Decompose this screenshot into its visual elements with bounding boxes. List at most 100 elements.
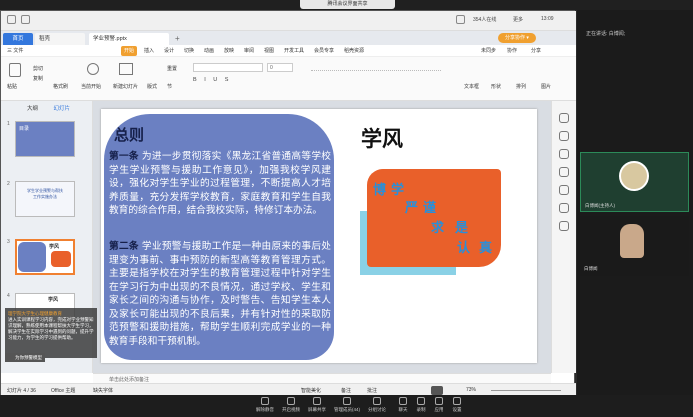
new-slide-icon bbox=[119, 63, 133, 75]
smart-beautify-button[interactable]: 智能美化 bbox=[301, 387, 321, 394]
chat-action-button[interactable]: 为你预警模型 bbox=[5, 353, 45, 362]
menu-daoke[interactable]: 稻壳资源 bbox=[344, 45, 364, 57]
layers-icon[interactable] bbox=[559, 185, 569, 195]
arrange-button[interactable]: 排列 bbox=[516, 83, 526, 90]
current-slide[interactable]: 总则 第一条 为进一步贯彻落实《黑龙江省普通高等学校学生学业预警与援助工作意见》… bbox=[101, 109, 537, 363]
tab-outline[interactable]: 大纲 bbox=[27, 106, 38, 112]
tab-document[interactable]: 学业预警.pptx bbox=[89, 33, 169, 45]
copy-button[interactable]: 复制 bbox=[33, 75, 43, 82]
article-one-label: 第一条 bbox=[109, 151, 139, 162]
format-painter-button[interactable]: 格式刷 bbox=[53, 83, 68, 90]
settings-icon bbox=[453, 397, 461, 405]
network-status: 354人在线 bbox=[473, 17, 497, 23]
text-panel[interactable]: 总则 第一条 为进一步贯彻落实《黑龙江省普通高等学校学生学业预警与援助工作意见》… bbox=[104, 114, 334, 360]
motto-char: 谨 bbox=[423, 200, 438, 215]
share-button[interactable]: 分享 bbox=[531, 45, 541, 57]
members-label: 管理成员(44) bbox=[333, 407, 360, 412]
article-two-label: 第二条 bbox=[109, 241, 139, 252]
notes-bar[interactable]: 单击此处添加备注 bbox=[93, 373, 551, 383]
mute-label: 解除静音 bbox=[256, 407, 274, 412]
slide-heading: 总则 bbox=[114, 127, 145, 144]
article-two: 第二条 学业预警与援助工作是一种由原来的事后处理变为事前、事中预防的新型高等教育… bbox=[109, 240, 331, 348]
participant-name: 白博闻(主持人) bbox=[585, 203, 615, 208]
menu-member[interactable]: 会员专享 bbox=[314, 45, 334, 57]
menu-view[interactable]: 视图 bbox=[264, 45, 274, 57]
share-label: 屏幕共享 bbox=[308, 407, 326, 412]
layout-button[interactable]: 版式 bbox=[147, 83, 157, 90]
menu-insert[interactable]: 插入 bbox=[144, 45, 154, 57]
thumb-number: 4 bbox=[7, 293, 10, 299]
motto-char: 真 bbox=[479, 240, 494, 255]
window-icon[interactable] bbox=[21, 15, 30, 24]
menu-review[interactable]: 审阅 bbox=[244, 45, 254, 57]
reset-button[interactable]: 重置 bbox=[167, 65, 177, 72]
members-button[interactable]: 管理成员(44) bbox=[328, 397, 366, 413]
shape-icon[interactable] bbox=[559, 167, 569, 177]
new-tab-button[interactable]: + bbox=[171, 33, 184, 45]
theme-name: Office 主题 bbox=[51, 388, 76, 394]
participant-name: 白博闻 bbox=[584, 266, 598, 271]
new-slide-button[interactable]: 新建幻灯片 bbox=[113, 83, 138, 90]
chat-message: 进入实训课程学习内容，完成对学业预警知识理解，熟练使用本课程帮扶大学生学习，解决… bbox=[8, 317, 94, 340]
thumb-text-block bbox=[18, 242, 46, 272]
slide-thumbnail-3[interactable]: 学风 bbox=[15, 239, 75, 275]
notes-toggle[interactable]: 备注 bbox=[341, 387, 351, 394]
tab-home[interactable]: 首页 bbox=[3, 33, 33, 45]
clock: 13:09 bbox=[541, 16, 554, 22]
from-current-button[interactable]: 当前开始 bbox=[81, 83, 101, 90]
shape-button[interactable]: 形状 bbox=[491, 83, 501, 90]
zoom-slider[interactable] bbox=[491, 390, 561, 391]
video-tile-participant[interactable]: 白博闻 bbox=[580, 216, 689, 276]
xuefeng-title: 学风 bbox=[361, 128, 403, 151]
settings-button[interactable]: 设置 bbox=[442, 397, 472, 413]
paragraph-tools[interactable] bbox=[311, 63, 441, 71]
menu-file[interactable]: 三 文件 bbox=[7, 45, 23, 57]
right-tool-sidebar bbox=[551, 101, 576, 373]
menu-developer[interactable]: 开发工具 bbox=[284, 45, 304, 57]
search-icon[interactable] bbox=[456, 15, 465, 24]
zoom-level[interactable]: 73% bbox=[466, 387, 476, 393]
menu-start[interactable]: 开始 bbox=[121, 46, 138, 56]
share-collab-button[interactable]: 分享协作 ▾ bbox=[498, 33, 536, 43]
style-icon[interactable] bbox=[559, 149, 569, 159]
thumb-number: 1 bbox=[7, 121, 10, 127]
missing-font[interactable]: 缺失字体 bbox=[93, 387, 113, 394]
menu-design[interactable]: 设计 bbox=[164, 45, 174, 57]
breakout-label: 分组讨论 bbox=[368, 407, 386, 412]
cut-button[interactable]: 剪切 bbox=[33, 65, 43, 72]
menu-animation[interactable]: 动画 bbox=[204, 45, 214, 57]
collab-button[interactable]: 协作 bbox=[507, 45, 517, 57]
thumbnail-tabs: 大纲 幻灯片 bbox=[27, 104, 70, 112]
avatar bbox=[619, 161, 649, 191]
video-tile-host[interactable]: 白博闻(主持人) bbox=[580, 152, 689, 212]
paste-button[interactable]: 粘贴 bbox=[7, 83, 17, 90]
pen-icon[interactable] bbox=[559, 131, 569, 141]
settings-icon[interactable] bbox=[559, 221, 569, 231]
motto-char: 严 bbox=[405, 200, 420, 215]
font-size-select[interactable]: 0 bbox=[267, 63, 293, 72]
slide-thumbnail-1[interactable]: 目录 bbox=[15, 121, 75, 157]
section-button[interactable]: 节 bbox=[167, 83, 172, 90]
notes-placeholder[interactable]: 单击此处添加备注 bbox=[109, 376, 149, 383]
speaking-indicator: 正在讲话: 白博闻; bbox=[586, 31, 626, 37]
tab-daoke[interactable]: 稻壳 bbox=[35, 33, 85, 45]
picture-button[interactable]: 图片 bbox=[541, 83, 551, 90]
menu-transition[interactable]: 切换 bbox=[184, 45, 194, 57]
camera-feed bbox=[620, 224, 644, 258]
article-two-text: 学业预警与援助工作是一种由原来的事后处理变为事前、事中预防的新型高等教育管理方式… bbox=[109, 241, 331, 347]
play-slideshow-icon[interactable] bbox=[431, 386, 443, 395]
motto-char: 是 bbox=[455, 220, 470, 235]
app-icon bbox=[7, 15, 16, 24]
font-family-select[interactable] bbox=[193, 63, 263, 72]
magic-icon[interactable] bbox=[559, 113, 569, 123]
menu-slideshow[interactable]: 放映 bbox=[224, 45, 234, 57]
system-more[interactable]: 更多 bbox=[513, 16, 523, 23]
slide-thumbnail-2[interactable]: 学生学业预警与帮扶工作实施办法 bbox=[15, 181, 75, 217]
comment-toggle[interactable]: 批注 bbox=[367, 387, 377, 394]
font-style-buttons[interactable]: B I U S bbox=[193, 77, 293, 85]
camera-icon bbox=[287, 397, 295, 405]
sync-status[interactable]: 未同步 bbox=[481, 45, 496, 57]
tab-slides[interactable]: 幻灯片 bbox=[54, 106, 71, 112]
textbox-button[interactable]: 文本框 bbox=[464, 83, 479, 90]
animation-icon[interactable] bbox=[559, 203, 569, 213]
